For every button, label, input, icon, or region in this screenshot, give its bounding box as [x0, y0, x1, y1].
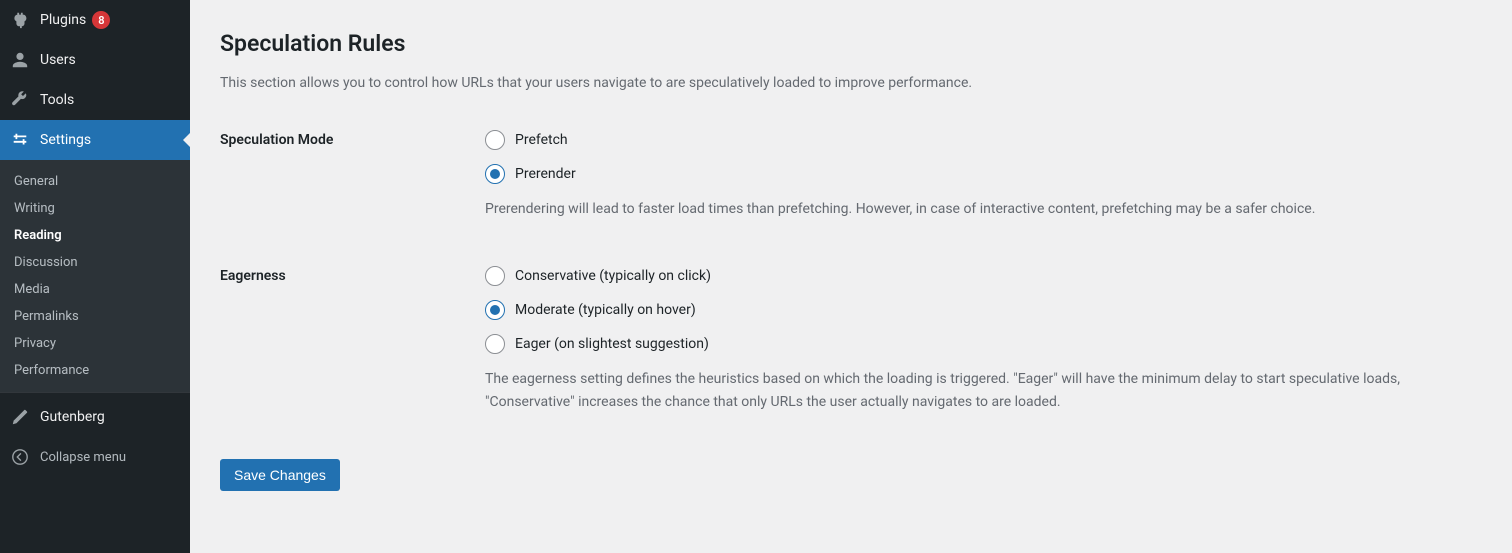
settings-submenu: General Writing Reading Discussion Media…	[0, 160, 190, 392]
submenu-item-reading[interactable]: Reading	[0, 222, 190, 249]
mode-help-text: Prerendering will lead to faster load ti…	[485, 198, 1465, 220]
radio-label: Eager (on slightest suggestion)	[515, 336, 709, 352]
collapse-label: Collapse menu	[40, 450, 126, 465]
radio-input[interactable]	[485, 300, 505, 320]
radio-eager[interactable]: Eager (on slightest suggestion)	[485, 334, 1465, 354]
radio-label: Prefetch	[515, 132, 568, 148]
user-icon	[10, 50, 30, 70]
radio-prefetch[interactable]: Prefetch	[485, 130, 1465, 150]
save-changes-button[interactable]: Save Changes	[220, 459, 340, 491]
radio-label: Prerender	[515, 166, 576, 182]
submenu-item-media[interactable]: Media	[0, 276, 190, 303]
pencil-icon	[10, 407, 30, 427]
radio-input[interactable]	[485, 334, 505, 354]
radio-input[interactable]	[485, 164, 505, 184]
collapse-menu-button[interactable]: Collapse menu	[0, 437, 190, 477]
radio-prerender[interactable]: Prerender	[485, 164, 1465, 184]
radio-label: Conservative (typically on click)	[515, 268, 711, 284]
submenu-item-discussion[interactable]: Discussion	[0, 249, 190, 276]
sidebar-item-label: Users	[40, 52, 76, 68]
plugins-update-badge: 8	[92, 11, 110, 29]
submenu-item-permalinks[interactable]: Permalinks	[0, 303, 190, 330]
submenu-item-writing[interactable]: Writing	[0, 195, 190, 222]
submenu-item-privacy[interactable]: Privacy	[0, 330, 190, 357]
section-description: This section allows you to control how U…	[220, 73, 1492, 94]
sidebar-item-label: Tools	[40, 92, 74, 108]
speculation-mode-label: Speculation Mode	[220, 130, 485, 148]
sidebar-item-gutenberg[interactable]: Gutenberg	[0, 397, 190, 437]
submenu-item-performance[interactable]: Performance	[0, 357, 190, 384]
sidebar-item-users[interactable]: Users	[0, 40, 190, 80]
sidebar-item-settings[interactable]: Settings	[0, 120, 190, 160]
eagerness-help-text: The eagerness setting defines the heuris…	[485, 368, 1465, 413]
radio-input[interactable]	[485, 266, 505, 286]
radio-moderate[interactable]: Moderate (typically on hover)	[485, 300, 1465, 320]
collapse-icon	[10, 447, 30, 467]
sliders-icon	[10, 130, 30, 150]
radio-input[interactable]	[485, 130, 505, 150]
speculation-mode-field: Prefetch Prerender Prerendering will lea…	[485, 130, 1465, 220]
sidebar-item-plugins[interactable]: Plugins 8	[0, 0, 190, 40]
wrench-icon	[10, 90, 30, 110]
sidebar-item-label: Plugins	[40, 12, 86, 28]
speculation-mode-row: Speculation Mode Prefetch Prerender Prer…	[220, 130, 1492, 220]
section-title: Speculation Rules	[220, 30, 1492, 57]
eagerness-label: Eagerness	[220, 266, 485, 284]
eagerness-row: Eagerness Conservative (typically on cli…	[220, 266, 1492, 413]
submenu-item-general[interactable]: General	[0, 168, 190, 195]
sidebar-item-label: Gutenberg	[40, 409, 105, 425]
eagerness-field: Conservative (typically on click) Modera…	[485, 266, 1465, 413]
sidebar-item-label: Settings	[40, 132, 91, 148]
main-content: Speculation Rules This section allows yo…	[190, 0, 1512, 553]
sidebar-item-tools[interactable]: Tools	[0, 80, 190, 120]
radio-label: Moderate (typically on hover)	[515, 302, 696, 318]
radio-conservative[interactable]: Conservative (typically on click)	[485, 266, 1465, 286]
plug-icon	[10, 10, 30, 30]
admin-sidebar: Plugins 8 Users Tools Settings General W…	[0, 0, 190, 553]
